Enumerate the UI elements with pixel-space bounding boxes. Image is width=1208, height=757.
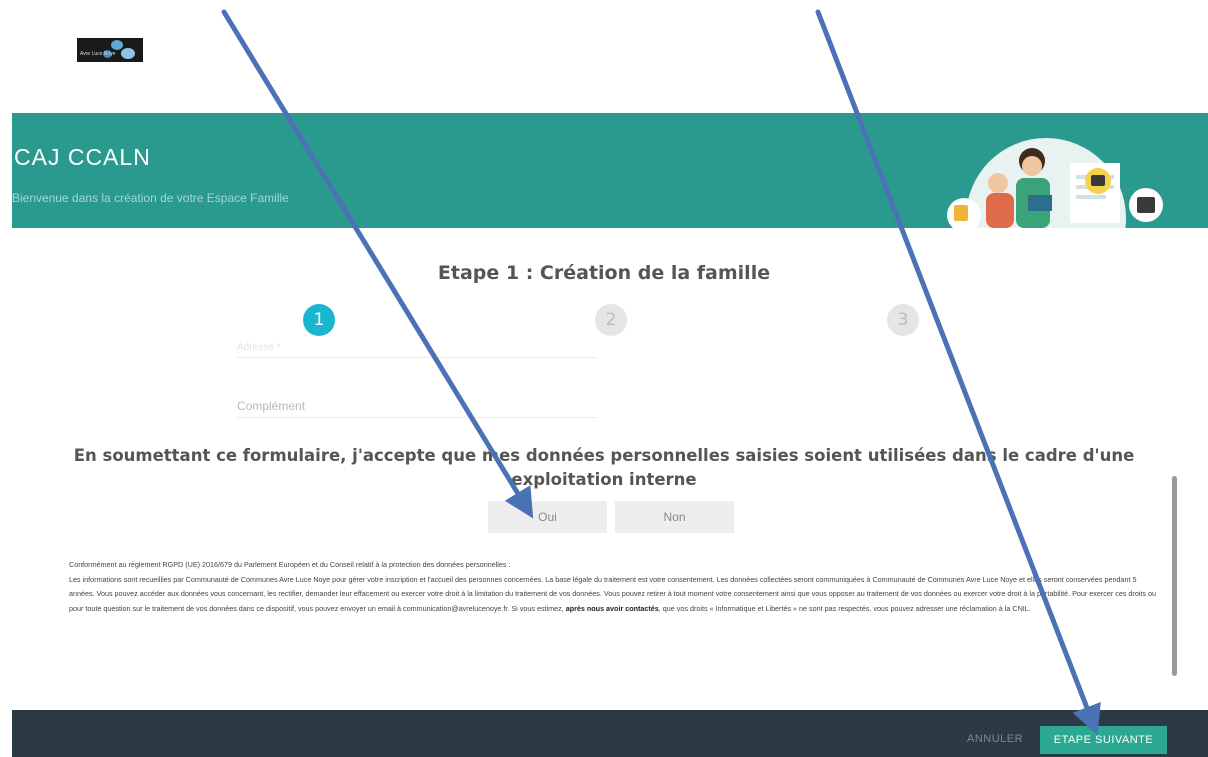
step-2-indicator[interactable]: 2	[595, 304, 627, 336]
gdpr-notice-body: Les informations sont recueillies par Co…	[69, 573, 1164, 617]
step-3-indicator[interactable]: 3	[887, 304, 919, 336]
cancel-button[interactable]: ANNULER	[967, 733, 1023, 745]
logo-text: Avre Luce Noye	[80, 51, 116, 57]
consent-no-button[interactable]: Non	[615, 501, 734, 533]
page-subtitle: Bienvenue dans la création de votre Espa…	[12, 191, 289, 205]
logo: Avre Luce Noye	[77, 38, 143, 62]
logo-shape	[111, 40, 123, 50]
gdpr-notice-text-end: , que vos droits « Informatique et Liber…	[658, 603, 1031, 613]
step-title: Etape 1 : Création de la famille	[437, 262, 771, 284]
gdpr-notice: Conformément au règlement RGPD (UE) 2016…	[69, 558, 1164, 616]
arrow-to-yes-button	[221, 9, 534, 519]
family-illustration	[947, 138, 1163, 228]
header-banner: CAJ CCALN Bienvenue dans la création de …	[12, 113, 1208, 228]
page-title: CAJ CCALN	[14, 144, 151, 170]
logo-shape	[121, 48, 135, 59]
address-field[interactable]: Adresse *	[237, 342, 597, 358]
consent-yes-button[interactable]: Oui	[488, 501, 607, 533]
gdpr-notice-bold: après nous avoir contactés	[565, 603, 659, 613]
step-1-indicator[interactable]: 1	[303, 304, 335, 336]
consent-question: En soumettant ce formulaire, j'accepte q…	[73, 446, 1135, 489]
complement-field[interactable]: Complément	[237, 399, 597, 418]
next-step-button[interactable]: ETAPE SUIVANTE	[1040, 726, 1167, 754]
footer-bar: ANNULER ETAPE SUIVANTE	[12, 710, 1208, 757]
scrollbar-thumb[interactable]	[1172, 476, 1177, 676]
gdpr-notice-heading: Conformément au règlement RGPD (UE) 2016…	[69, 560, 511, 569]
